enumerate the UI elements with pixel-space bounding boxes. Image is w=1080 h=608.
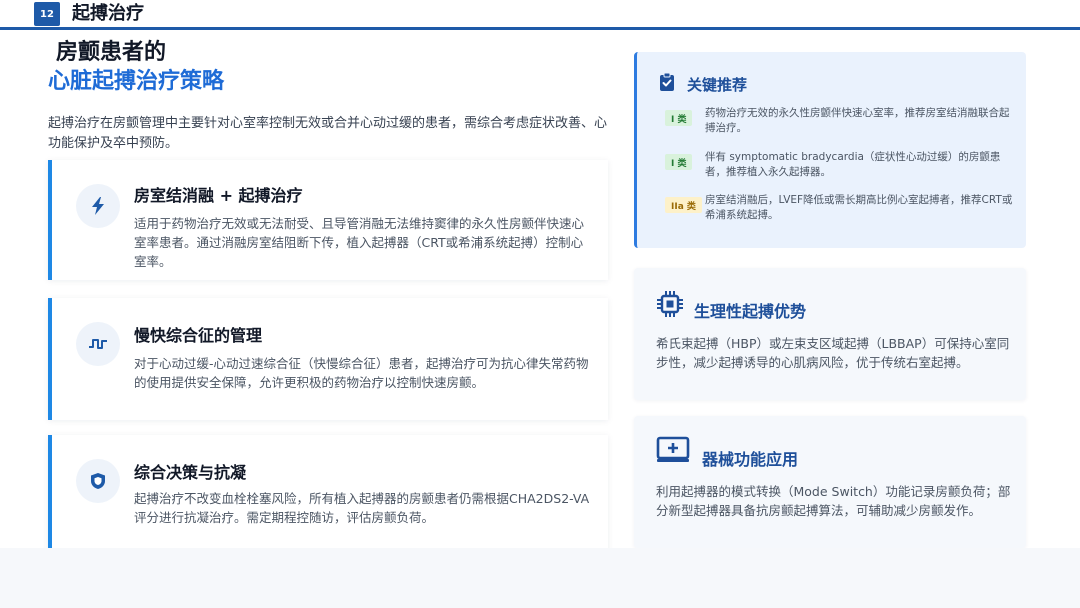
recommendation-item: IIa 类 房室结消融后，LVEF降低或需长期高比例心室起搏者，推荐CRT或希浦… (659, 193, 1019, 229)
strategy-card-brady-tachy: 慢快综合征的管理 对于心动过缓-心动过速综合征（快慢综合征）患者，起搏治疗可为抗… (48, 298, 608, 420)
intro-text: 起搏治疗在房颤管理中主要针对心室率控制无效或合并心动过缓的患者，需综合考虑症状改… (48, 116, 608, 151)
top-bar: 12 起搏治疗 (0, 0, 1080, 30)
device-body: 利用起搏器的模式转换（Mode Switch）功能记录房颤负荷；部分新型起搏器具… (656, 484, 1011, 518)
recommendation-text: 伴有 symptomatic bradycardia（症状性心动过缓）的房颤患者… (705, 151, 1001, 178)
recommendation-text: 药物治疗无效的永久性房颤伴快速心室率，推荐房室结消融联合起搏治疗。 (705, 107, 1010, 134)
key-recommendations-card: 关键推荐 I 类 药物治疗无效的永久性房颤伴快速心室率，推荐房室结消融联合起搏治… (634, 52, 1026, 248)
bottom-shade (0, 548, 1080, 608)
recommendation-item: I 类 伴有 symptomatic bradycardia（症状性心动过缓）的… (659, 150, 1019, 186)
strategy-card-anticoagulation: 综合决策与抗凝 起搏治疗不改变血栓栓塞风险，所有植入起搏器的房颤患者仍需根据CH… (48, 435, 608, 557)
chip-icon (656, 290, 684, 322)
page-title-line1: 房颤患者的 (56, 40, 167, 65)
strategy-title: 综合决策与抗凝 (134, 463, 247, 482)
strategy-body: 适用于药物治疗无效或无法耐受、且导管消融无法维持窦律的永久性房颤伴快速心室率患者… (134, 216, 585, 269)
physiologic-pacing-card: 生理性起搏优势 希氏束起搏（HBP）或左束支区域起搏（LBBAP）可保持心室同步… (634, 268, 1026, 400)
clipboard-check-icon (659, 72, 675, 96)
physiologic-body: 希氏束起搏（HBP）或左束支区域起搏（LBBAP）可保持心室同步性，减少起搏诱导… (656, 336, 1010, 370)
strategy-title: 房室结消融 + 起搏治疗 (134, 186, 303, 205)
lightning-icon (76, 184, 120, 228)
class-badge: I 类 (665, 154, 693, 170)
class-badge: I 类 (665, 110, 693, 126)
class-badge: IIa 类 (665, 197, 702, 213)
strategy-body: 起搏治疗不改变血栓栓塞风险，所有植入起搏器的房颤患者仍需根据CHA2DS2-VA… (134, 491, 590, 525)
page-number-badge: 12 (34, 2, 60, 26)
strategy-title: 慢快综合征的管理 (134, 326, 263, 345)
pulse-wave-icon (76, 322, 120, 366)
device-title: 器械功能应用 (702, 450, 799, 469)
recommendation-text: 房室结消融后，LVEF降低或需长期高比例心室起搏者，推荐CRT或希浦系统起搏。 (705, 194, 1013, 221)
strategy-card-av-node-ablation: 房室结消融 + 起搏治疗 适用于药物治疗无效或无法耐受、且导管消融无法维持窦律的… (48, 160, 608, 280)
page-title-line2: 心脏起搏治疗策略 (48, 69, 225, 94)
strategy-body: 对于心动过缓-心动过速综合征（快慢综合征）患者，起搏治疗可为抗心律失常药物的使用… (134, 356, 589, 390)
section-title: 起搏治疗 (72, 3, 144, 24)
device-function-card: 器械功能应用 利用起搏器的模式转换（Mode Switch）功能记录房颤负荷；部… (634, 416, 1026, 548)
shield-icon (76, 459, 120, 503)
recommendations-header: 关键推荐 (659, 72, 747, 96)
recommendations-title: 关键推荐 (687, 75, 748, 94)
recommendation-item: I 类 药物治疗无效的永久性房颤伴快速心室率，推荐房室结消融联合起搏治疗。 (659, 106, 1019, 142)
monitor-plus-icon (656, 436, 690, 468)
physiologic-title: 生理性起搏优势 (694, 302, 807, 321)
